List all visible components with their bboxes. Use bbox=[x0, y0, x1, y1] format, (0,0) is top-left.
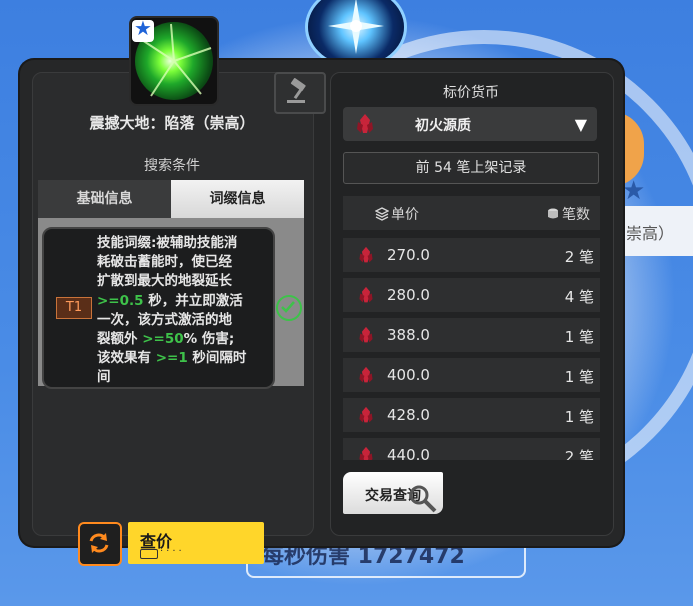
affix-line: 扩散到最大的地裂延长 bbox=[97, 273, 232, 290]
crystal-icon bbox=[359, 446, 373, 460]
stack-icon bbox=[375, 207, 389, 221]
listing-count: 1 笔 bbox=[564, 368, 594, 386]
exalted-star-icon: ★ bbox=[132, 18, 154, 42]
affix-value[interactable]: >=0.5 bbox=[97, 293, 144, 309]
listing-row[interactable]: 400.0 1 笔 bbox=[343, 358, 600, 392]
affix-line: 技能词缀:被辅助技能消 bbox=[97, 235, 238, 251]
listing-row[interactable]: 428.0 1 笔 bbox=[343, 398, 600, 432]
affix-tier-badge: T1 bbox=[56, 297, 92, 319]
crystal-icon bbox=[359, 366, 373, 383]
background-star-icon: ★ bbox=[622, 176, 646, 206]
search-conditions-title: 搜索条件 bbox=[144, 158, 200, 174]
affix-line: >=0.5 秒，并立即激活 bbox=[97, 292, 243, 309]
listing-row[interactable]: 280.0 4 笔 bbox=[343, 278, 600, 312]
dropdown-arrow-icon: ▼ bbox=[574, 115, 587, 134]
affix-selected-check-icon[interactable] bbox=[276, 295, 302, 321]
listing-row[interactable]: 270.0 2 笔 bbox=[343, 238, 600, 272]
keyboard-key-icon bbox=[140, 549, 158, 559]
col-price: 单价 bbox=[391, 207, 419, 223]
listing-price: 400.0 bbox=[387, 366, 430, 384]
affix-description: 技能词缀:被辅助技能消 耗破击蓄能时，使已经 扩散到最大的地裂延长 >=0.5 … bbox=[97, 234, 259, 388]
coins-icon bbox=[548, 208, 558, 219]
listing-price: 388.0 bbox=[387, 326, 430, 344]
listing-row[interactable]: 388.0 1 笔 bbox=[343, 318, 600, 352]
affix-line: 该效果有 >=1 秒间隔时 bbox=[97, 350, 247, 367]
affix-value[interactable]: >=1 bbox=[156, 350, 188, 366]
crystal-icon bbox=[359, 286, 373, 303]
listing-price: 280.0 bbox=[387, 286, 430, 304]
listing-count: 2 笔 bbox=[564, 248, 594, 266]
listing-count: 1 笔 bbox=[564, 408, 594, 426]
affix-line: 一次，该方式激活的地 bbox=[97, 311, 232, 328]
listing-header: 单价 笔数 bbox=[343, 196, 600, 230]
refresh-button[interactable] bbox=[78, 522, 122, 566]
tab-affix-info[interactable]: 词缀信息 bbox=[171, 180, 304, 218]
crystal-icon bbox=[359, 406, 373, 423]
listing-rows: 270.0 2 笔 280.0 4 笔 388.0 1 笔 400.0 1 笔 … bbox=[343, 238, 600, 460]
listing-count: 1 笔 bbox=[564, 328, 594, 346]
crystal-icon bbox=[359, 326, 373, 343]
magnifier-icon bbox=[409, 485, 437, 513]
listing-count: 2 笔 bbox=[564, 448, 594, 460]
affix-line: 间 bbox=[97, 369, 111, 386]
listing-row[interactable]: 440.0 2 笔 bbox=[343, 438, 600, 460]
currency-dropdown[interactable]: 初火源质 ▼ bbox=[343, 107, 597, 141]
auction-gavel-button[interactable] bbox=[274, 72, 326, 114]
listing-price: 428.0 bbox=[387, 406, 430, 424]
affix-line: 裂额外 >=50% 伤害; bbox=[97, 331, 235, 348]
tab-basic-info[interactable]: 基础信息 bbox=[38, 180, 171, 218]
currency-selected: 初火源质 bbox=[415, 118, 471, 134]
refresh-icon bbox=[89, 533, 109, 553]
search-tabs: 基础信息 词缀信息 bbox=[38, 180, 304, 218]
crystal-icon bbox=[359, 246, 373, 263]
affix-line: 耗破击蓄能时，使已经 bbox=[97, 254, 232, 271]
listing-price: 440.0 bbox=[387, 446, 430, 460]
listing-count: 4 笔 bbox=[564, 288, 594, 306]
trade-search-button[interactable]: 交易查询 bbox=[343, 472, 443, 514]
col-count: 笔数 bbox=[562, 207, 590, 223]
price-check-button[interactable]: 查价 ···· bbox=[128, 522, 264, 564]
skill-name: 震撼大地：陷落（崇高） bbox=[89, 114, 255, 132]
currency-title: 标价货币 bbox=[443, 85, 499, 101]
listing-price: 270.0 bbox=[387, 246, 430, 264]
affix-value[interactable]: >=50 bbox=[142, 331, 183, 347]
background-skill-label: 崇高） bbox=[620, 206, 693, 256]
listing-records-button[interactable]: 前 54 笔上架记录 bbox=[343, 152, 599, 184]
key-hint-dots: ···· bbox=[160, 546, 185, 557]
